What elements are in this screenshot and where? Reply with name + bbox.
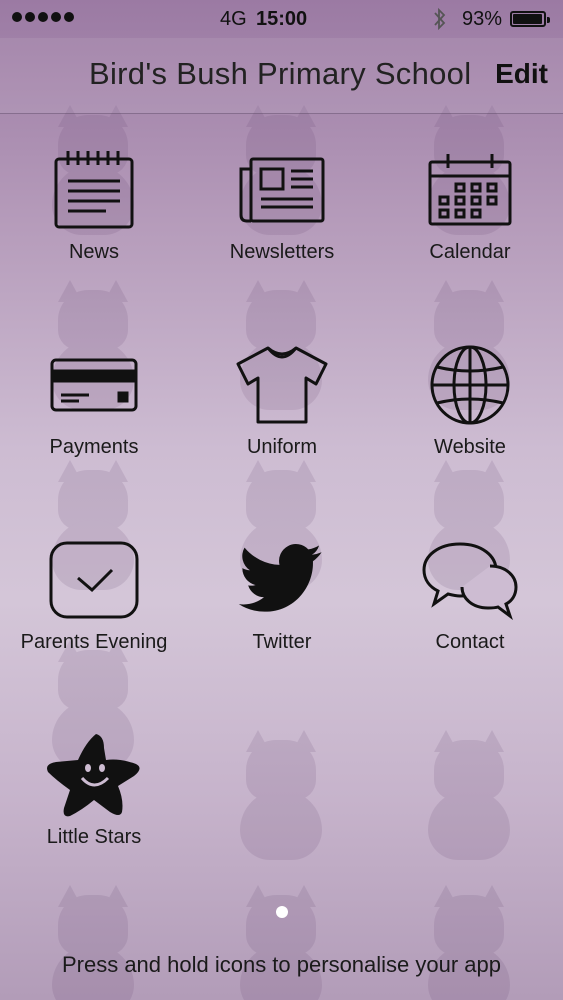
tile-label: Contact [435, 631, 505, 653]
news-icon [44, 145, 144, 235]
tile-label: Uniform [246, 436, 317, 458]
tile-label: News [68, 241, 119, 263]
edit-button[interactable]: Edit [495, 58, 548, 90]
page-indicator-dot[interactable] [276, 906, 288, 918]
navigation-bar: Bird's Bush Primary School Edit [0, 38, 563, 114]
credit-card-icon [44, 340, 144, 430]
personalise-hint: Press and hold icons to personalise your… [61, 952, 502, 977]
tile-payments[interactable]: Payments [0, 340, 188, 520]
tile-newsletters[interactable]: Newsletters [188, 145, 376, 325]
tile-label: Twitter [252, 631, 312, 653]
tile-calendar[interactable]: Calendar [376, 145, 563, 325]
tile-contact[interactable]: Contact [376, 535, 563, 715]
chat-bubbles-icon [420, 535, 520, 625]
tile-little-stars[interactable]: Little Stars [0, 730, 188, 910]
tile-label: Newsletters [229, 241, 335, 263]
tile-parents-evening[interactable]: Parents Evening [0, 535, 188, 715]
tile-twitter[interactable]: Twitter [188, 535, 376, 715]
t-shirt-icon [232, 340, 332, 430]
tile-label: Calendar [429, 241, 511, 263]
signal-strength-icon [12, 12, 74, 22]
tile-uniform[interactable]: Uniform [188, 340, 376, 520]
battery-icon [510, 11, 550, 27]
tile-label: Parents Evening [20, 631, 168, 653]
checkbox-icon [44, 535, 144, 625]
carrier-label: 4G [220, 8, 247, 30]
smiling-star-icon [44, 730, 144, 820]
globe-icon [420, 340, 520, 430]
tile-label: Website [434, 436, 506, 458]
tile-label: Payments [49, 436, 139, 458]
tile-website[interactable]: Website [376, 340, 563, 520]
battery-percentage: 93% [462, 8, 503, 30]
page-title: Bird's Bush Primary School [89, 56, 472, 91]
twitter-bird-icon [232, 535, 332, 625]
tile-news[interactable]: News [0, 145, 188, 325]
calendar-icon [420, 145, 520, 235]
bluetooth-icon [432, 6, 448, 38]
tile-label: Little Stars [46, 826, 142, 848]
home-screen: 4G 15:00 93% Bird's Bush Primary School … [0, 0, 563, 1000]
newspaper-icon [232, 145, 332, 235]
status-bar: 4G 15:00 93% [0, 0, 563, 38]
status-time: 15:00 [256, 8, 308, 30]
